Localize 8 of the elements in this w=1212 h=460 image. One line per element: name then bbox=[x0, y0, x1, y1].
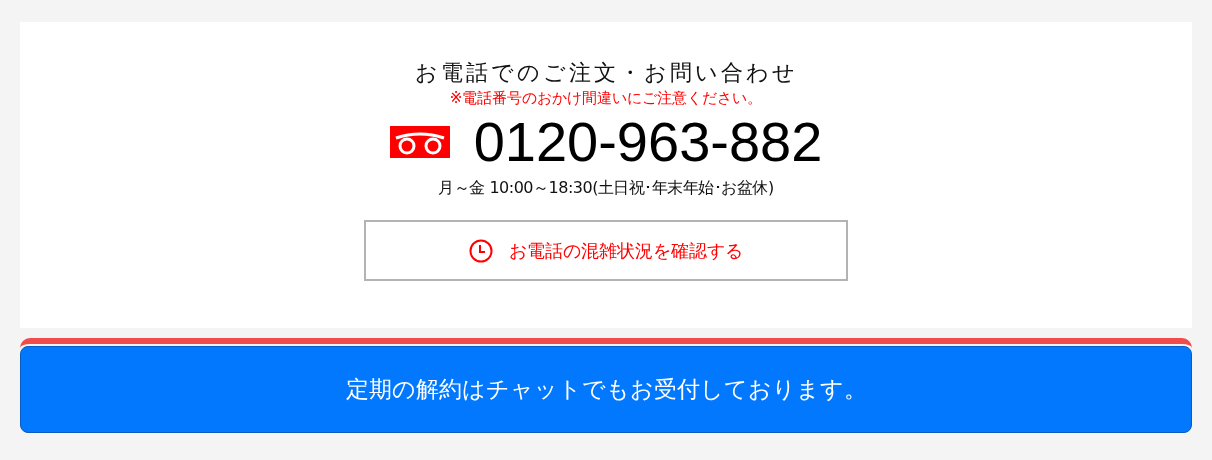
congestion-button[interactable]: お電話の混雑状況を確認する bbox=[364, 220, 848, 281]
free-dial-icon bbox=[389, 126, 450, 158]
chat-button[interactable]: 定期の解約はチャットでもお受付しております。 bbox=[20, 346, 1192, 433]
business-hours: 月～金 10:00～18:30(土日祝･年末年始･お盆休) bbox=[438, 177, 774, 199]
clock-icon bbox=[469, 238, 493, 263]
contact-heading: お電話でのご注文・お問い合わせ bbox=[414, 59, 798, 87]
notice-text: ※電話番号のおかけ間違いにご注意ください。 bbox=[449, 88, 763, 108]
phone-number[interactable]: 0120-963-882 bbox=[473, 112, 823, 172]
